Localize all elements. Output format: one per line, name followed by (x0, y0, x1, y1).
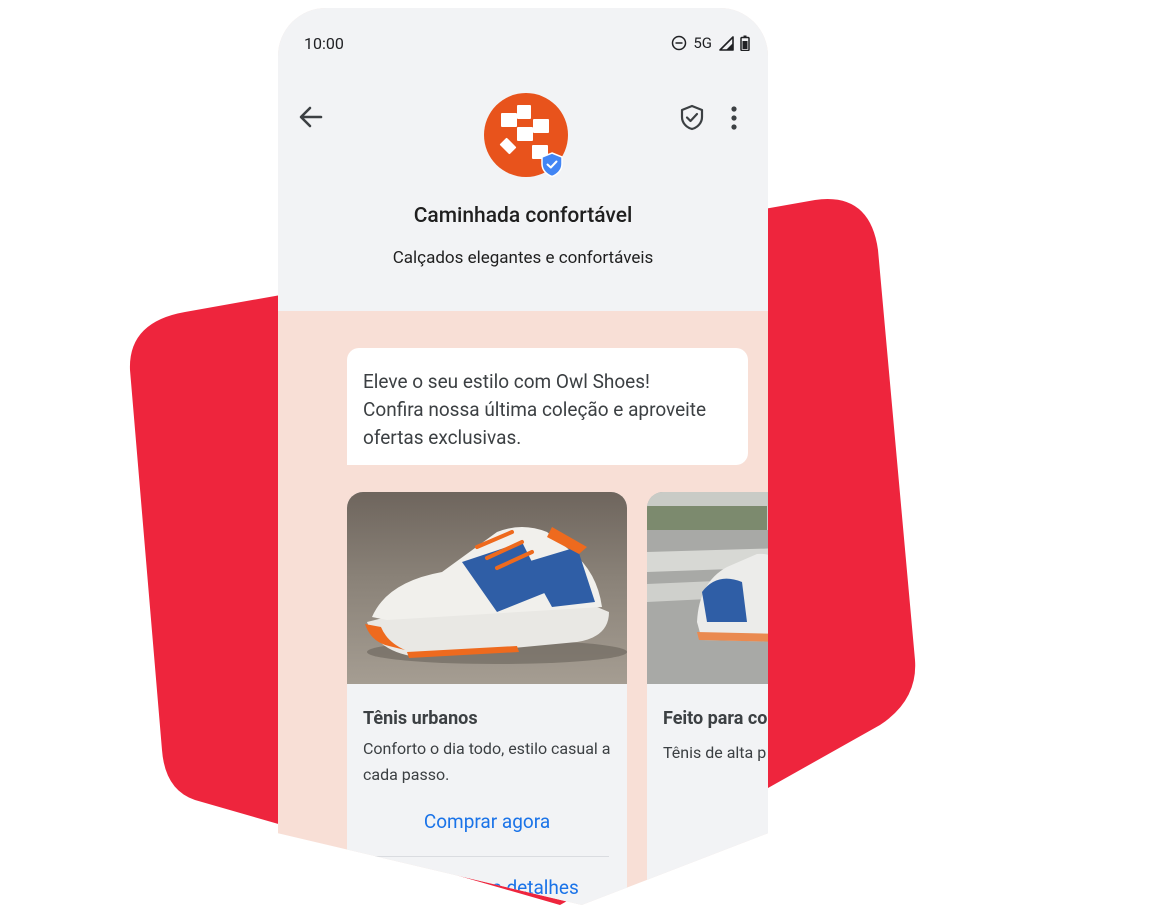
card-title: Feito para co (663, 708, 768, 729)
verified-badge-icon (541, 152, 563, 178)
card-description: Tênis de alta p projetado para ritmo. (663, 743, 768, 762)
card-divider (365, 856, 609, 857)
phone-frame: 10:00 5G Caminhada confortável Calçados … (278, 8, 768, 905)
sneaker-street-image (647, 492, 768, 684)
dnd-icon (672, 35, 687, 51)
status-time: 10:00 (304, 34, 344, 53)
more-vert-icon[interactable] (726, 104, 742, 132)
sneaker-product-image (347, 492, 627, 684)
buy-now-button[interactable]: Comprar agora (347, 810, 627, 833)
brand-name: Caminhada confortável (413, 204, 633, 228)
rich-card: Tênis urbanos Conforto o dia todo, estil… (347, 492, 627, 905)
message-line: ofertas exclusivas. (363, 426, 522, 449)
battery-icon (740, 35, 750, 51)
shield-check-icon[interactable] (678, 103, 706, 131)
message-line: Confira nossa última coleção e aproveite (363, 398, 707, 421)
message-line: Eleve o seu estilo com Owl Shoes! (363, 370, 650, 393)
card-title: Tênis urbanos (363, 708, 478, 729)
back-arrow-icon[interactable] (296, 102, 326, 132)
signal-icon (719, 36, 734, 51)
message-bubble: Eleve o seu estilo com Owl Shoes! Confir… (347, 348, 748, 465)
network-type: 5G (693, 34, 712, 52)
brand-description: Calçados elegantes e confortáveis (392, 248, 654, 268)
conversation-header: 10:00 5G Caminhada confortável Calçados … (278, 8, 768, 311)
card-description: Conforto o dia todo, estilo casual a cad… (363, 739, 611, 784)
status-icons: 5G (671, 34, 750, 52)
